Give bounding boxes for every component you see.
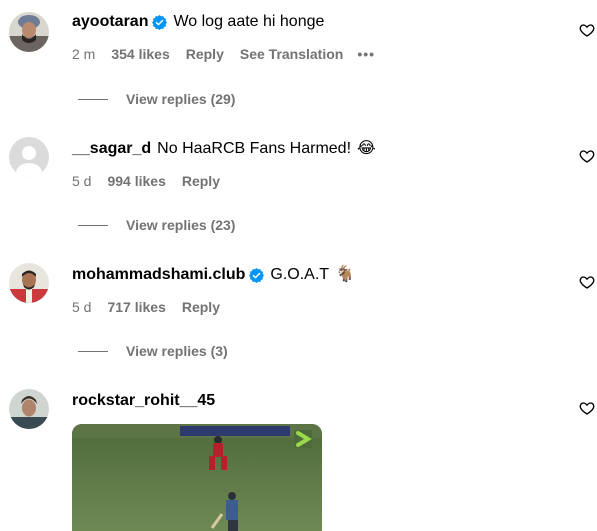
avatar[interactable]	[9, 389, 49, 429]
comment-time[interactable]: 5 d	[72, 172, 91, 190]
heart-outline-icon[interactable]	[579, 274, 595, 290]
comment-meta: 2 m 354 likes Reply See Translation •••	[72, 45, 375, 63]
verified-badge-icon	[249, 267, 265, 283]
likes-count[interactable]: 717 likes	[107, 298, 165, 316]
comment-meta: 5 d 994 likes Reply	[72, 172, 236, 190]
view-replies-label: View replies (29)	[126, 91, 236, 107]
cricket-field-image	[72, 424, 322, 531]
comment-header: mohammadshami.club G.O.A.T 🐐	[72, 265, 355, 285]
comment-time[interactable]: 5 d	[72, 298, 91, 316]
see-translation-button[interactable]: See Translation	[240, 45, 343, 63]
username[interactable]: __sagar_d	[72, 139, 151, 159]
view-replies-button[interactable]: View replies (29)	[78, 90, 235, 108]
view-replies-button[interactable]: View replies (23)	[78, 216, 235, 234]
avatar[interactable]	[9, 263, 49, 303]
divider	[78, 224, 108, 226]
comment-text: No HaaRCB Fans Harmed!	[157, 140, 352, 157]
heart-outline-icon[interactable]	[579, 400, 595, 416]
comment-header: ayootaran Wo log aate hi honge	[72, 12, 324, 32]
username[interactable]: mohammadshami.club	[72, 265, 245, 285]
reply-button[interactable]: Reply	[182, 298, 220, 316]
likes-count[interactable]: 354 likes	[111, 45, 169, 63]
heart-outline-icon[interactable]	[579, 148, 595, 164]
heart-outline-icon[interactable]	[579, 22, 595, 38]
reply-button[interactable]: Reply	[182, 172, 220, 190]
avatar[interactable]	[9, 137, 49, 177]
comment-text: G.O.A.T	[270, 266, 330, 283]
divider	[78, 98, 108, 100]
goat-emoji: 🐐	[335, 266, 355, 283]
view-replies-button[interactable]: View replies (3)	[78, 342, 228, 360]
comment-header: rockstar_rohit__45	[72, 391, 215, 411]
more-options-icon[interactable]: •••	[357, 45, 375, 63]
comment-text: Wo log aate hi honge	[173, 13, 325, 30]
view-replies-label: View replies (3)	[126, 343, 228, 359]
comment-time[interactable]: 2 m	[72, 45, 95, 63]
verified-badge-icon	[152, 14, 168, 30]
comment-header: __sagar_d No HaaRCB Fans Harmed! 😂	[72, 139, 376, 159]
comment-meta: 5 d 717 likes Reply	[72, 298, 236, 316]
reply-button[interactable]: Reply	[186, 45, 224, 63]
avatar[interactable]	[9, 12, 49, 52]
laughing-emoji: 😂	[357, 140, 376, 157]
view-replies-label: View replies (23)	[126, 217, 236, 233]
username[interactable]: ayootaran	[72, 12, 148, 32]
comment-media-gif[interactable]	[72, 424, 322, 531]
divider	[78, 350, 108, 352]
likes-count[interactable]: 994 likes	[107, 172, 165, 190]
username[interactable]: rockstar_rohit__45	[72, 391, 215, 411]
